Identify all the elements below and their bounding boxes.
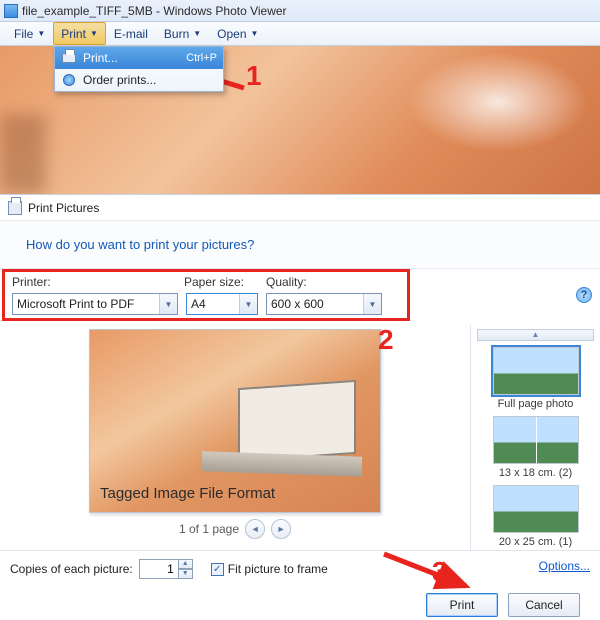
scroll-up-button[interactable]: ▲ [477, 329, 594, 341]
print-preview: Tagged Image File Format [89, 329, 381, 513]
layout-full-page[interactable]: Full page photo [493, 347, 579, 410]
fit-picture-label: Fit picture to frame [228, 562, 328, 576]
paper-size-label: Paper size: [184, 275, 266, 289]
dropdown-print[interactable]: Print... Ctrl+P [55, 47, 223, 69]
help-icon[interactable]: ? [576, 287, 592, 303]
window-title: file_example_TIFF_5MB - Windows Photo Vi… [22, 4, 287, 18]
spin-down-button[interactable]: ▼ [178, 569, 193, 579]
print-pictures-window: Print Pictures How do you want to print … [0, 194, 600, 620]
chevron-down-icon: ▼ [159, 294, 177, 314]
dialog-title: Print Pictures [28, 201, 99, 215]
chevron-down-icon: ▼ [90, 29, 98, 38]
menu-email[interactable]: E-mail [106, 22, 156, 45]
paper-size-select[interactable]: A4 ▼ [186, 293, 258, 315]
menu-print[interactable]: Print▼ [53, 22, 106, 45]
copies-input[interactable] [139, 559, 179, 579]
chevron-down-icon: ▼ [363, 294, 381, 314]
layout-panel: ▲ Full page photo 13 x 18 cm. (2) 20 x 2… [470, 325, 600, 550]
cancel-button[interactable]: Cancel [508, 593, 580, 617]
menu-bar: File▼ Print▼ E-mail Burn▼ Open▼ [0, 22, 600, 46]
dropdown-order-prints[interactable]: Order prints... [55, 69, 223, 91]
chevron-down-icon: ▼ [239, 294, 257, 314]
annotation-number-2: 2 [378, 324, 394, 356]
annotation-number-1: 1 [246, 60, 262, 92]
layout-thumb-image [493, 416, 579, 464]
print-dropdown: Print... Ctrl+P Order prints... [54, 46, 224, 92]
printer-select[interactable]: Microsoft Print to PDF ▼ [12, 293, 178, 315]
fit-picture-checkbox[interactable]: ✓ [211, 563, 224, 576]
chevron-down-icon: ▼ [37, 29, 45, 38]
pager: 1 of 1 page ◄ ► [179, 519, 291, 539]
preview-caption: Tagged Image File Format [100, 485, 275, 502]
page-indicator: 1 of 1 page [179, 522, 239, 536]
quality-select[interactable]: 600 x 600 ▼ [266, 293, 382, 315]
options-link[interactable]: Options... [539, 559, 590, 573]
title-bar: file_example_TIFF_5MB - Windows Photo Vi… [0, 0, 600, 22]
layout-thumb-image [493, 485, 579, 533]
preview-pane: Tagged Image File Format 1 of 1 page ◄ ► [0, 325, 470, 550]
globe-icon [61, 72, 77, 88]
prev-page-button[interactable]: ◄ [245, 519, 265, 539]
copies-label: Copies of each picture: [10, 562, 133, 576]
layout-thumb-image [493, 347, 579, 395]
shortcut-label: Ctrl+P [186, 52, 217, 64]
dialog-body: Tagged Image File Format 1 of 1 page ◄ ►… [0, 325, 600, 551]
chevron-down-icon: ▼ [251, 29, 259, 38]
layout-20x25[interactable]: 20 x 25 cm. (1) [493, 485, 579, 548]
layout-13x18[interactable]: 13 x 18 cm. (2) [493, 416, 579, 479]
preview-image [202, 384, 362, 488]
copies-stepper[interactable]: ▲ ▼ [139, 559, 193, 579]
next-page-button[interactable]: ► [271, 519, 291, 539]
dialog-banner: How do you want to print your pictures? [0, 221, 600, 269]
menu-burn[interactable]: Burn▼ [156, 22, 209, 45]
app-icon [4, 4, 18, 18]
printer-icon [8, 201, 22, 215]
quality-label: Quality: [266, 275, 386, 289]
chevron-down-icon: ▼ [193, 29, 201, 38]
dialog-footer: Copies of each picture: ▲ ▼ ✓ Fit pictur… [0, 551, 600, 617]
menu-open[interactable]: Open▼ [209, 22, 266, 45]
menu-file[interactable]: File▼ [6, 22, 53, 45]
printer-controls: Printer: Paper size: Quality: Microsoft … [0, 269, 600, 325]
printer-label: Printer: [12, 275, 184, 289]
print-button[interactable]: Print [426, 593, 498, 617]
spin-up-button[interactable]: ▲ [178, 559, 193, 569]
dialog-title-bar: Print Pictures [0, 195, 600, 221]
printer-icon [61, 50, 77, 66]
annotation-arrow-3 [380, 550, 472, 595]
